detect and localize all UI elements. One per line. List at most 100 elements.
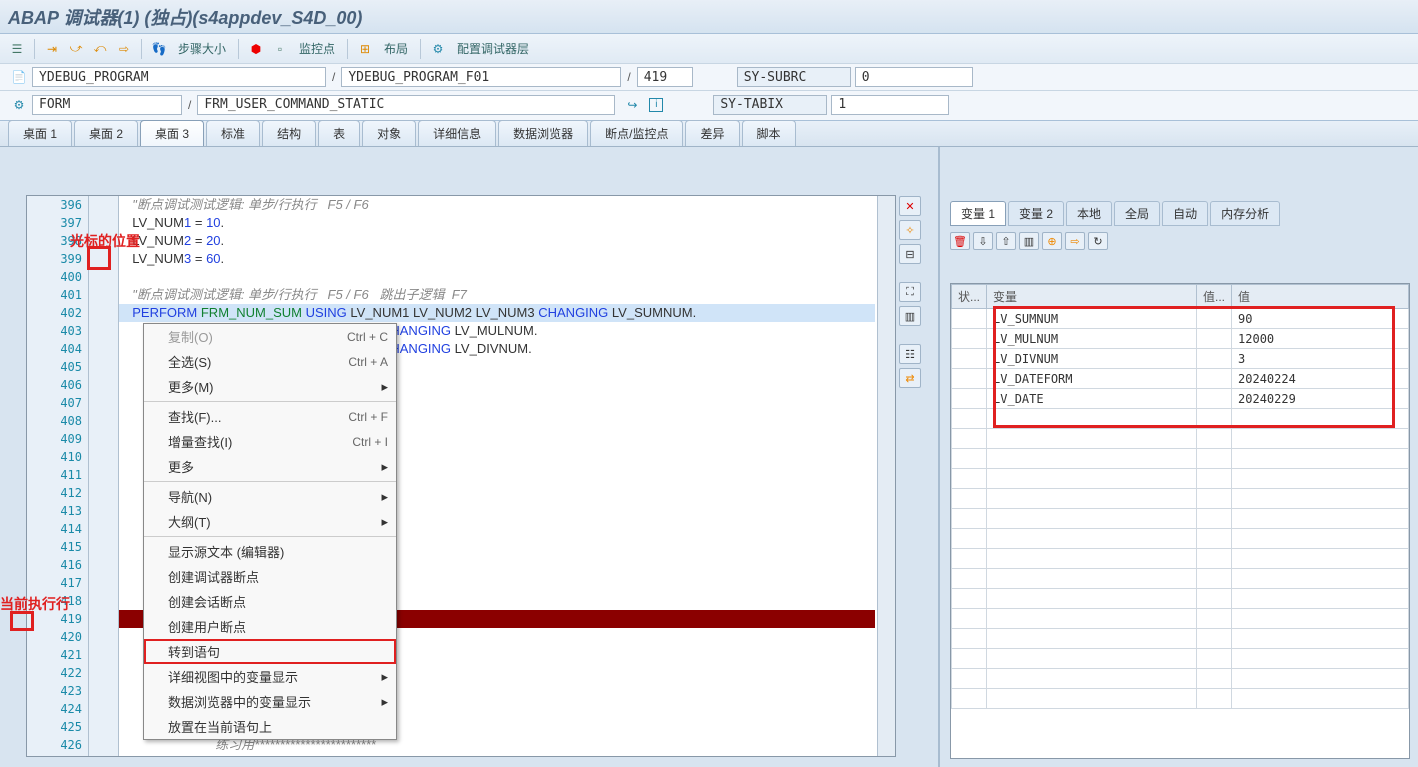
variable-row-empty[interactable] [952, 569, 1409, 589]
tab-4[interactable]: 结构 [262, 120, 316, 146]
variable-row-empty[interactable] [952, 549, 1409, 569]
stop-icon[interactable]: ⬢ [245, 38, 267, 60]
ctx-item[interactable]: 显示源文本 (编辑器) [144, 539, 396, 564]
vartab-4[interactable]: 自动 [1162, 201, 1208, 226]
gear-icon[interactable]: ⚙ [10, 96, 28, 114]
col-status[interactable]: 状... [952, 285, 987, 309]
step-size-icon[interactable]: 👣 [148, 38, 170, 60]
event-type-field[interactable] [32, 95, 182, 115]
code-line[interactable]: LV_NUM1 = 10. [119, 214, 875, 232]
new-window-icon[interactable]: ✧ [899, 220, 921, 240]
tab-0[interactable]: 桌面 1 [8, 120, 72, 146]
tab-9[interactable]: 断点/监控点 [590, 120, 683, 146]
close-icon[interactable]: ✕ [899, 196, 921, 216]
sort-asc-icon[interactable]: ⇩ [973, 232, 993, 250]
sort-desc-icon[interactable]: ⇧ [996, 232, 1016, 250]
ctx-item[interactable]: 创建会话断点 [144, 589, 396, 614]
code-line[interactable]: LV_NUM3 = 60. [119, 250, 875, 268]
variable-row-empty[interactable] [952, 429, 1409, 449]
variable-row-empty[interactable] [952, 689, 1409, 709]
line-field[interactable] [637, 67, 693, 87]
vertical-scrollbar[interactable] [877, 196, 895, 756]
tab-5[interactable]: 表 [318, 120, 360, 146]
ctx-item[interactable]: 更多▸ [144, 454, 396, 479]
ctx-item[interactable]: 查找(F)...Ctrl + F [144, 404, 396, 429]
expand-icon[interactable]: ⛶ [899, 282, 921, 302]
tab-3[interactable]: 标准 [206, 120, 260, 146]
variable-row[interactable]: LV_MULNUM12000 [952, 329, 1409, 349]
variable-row-empty[interactable] [952, 589, 1409, 609]
continue-icon[interactable]: ⇨ [113, 38, 135, 60]
goto-icon[interactable]: ↪ [623, 96, 641, 114]
variable-row-empty[interactable] [952, 469, 1409, 489]
ctx-item[interactable]: 数据浏览器中的变量显示▸ [144, 689, 396, 714]
refresh-icon[interactable]: ↻ [1088, 232, 1108, 250]
step-over-icon[interactable]: ⤻ [65, 38, 87, 60]
step-into-icon[interactable]: ⇥ [41, 38, 63, 60]
ctx-item[interactable]: 全选(S)Ctrl + A [144, 349, 396, 374]
tab-6[interactable]: 对象 [362, 120, 416, 146]
ctx-item[interactable]: 详细视图中的变量显示▸ [144, 664, 396, 689]
code-line[interactable] [119, 268, 875, 286]
info-icon[interactable]: i [649, 98, 663, 112]
col-variable[interactable]: 变量 [987, 285, 1197, 309]
titlebar: ABAP 调试器(1) (独占)(s4appdev_S4D_00) [0, 0, 1418, 34]
ctx-item[interactable]: 增量查找(I)Ctrl + I [144, 429, 396, 454]
ctx-item[interactable]: 创建用户断点 [144, 614, 396, 639]
delete-icon[interactable]: 🗑 [950, 232, 970, 250]
config-layer-icon[interactable]: ⚙ [427, 38, 449, 60]
ctx-item[interactable]: 更多(M)▸ [144, 374, 396, 399]
vartab-2[interactable]: 本地 [1066, 201, 1112, 226]
variable-row-empty[interactable] [952, 509, 1409, 529]
watchpoint-icon[interactable]: ▫ [269, 38, 291, 60]
code-line[interactable]: PERFORM FRM_NUM_SUM USING LV_NUM1 LV_NUM… [119, 304, 875, 322]
variable-row-empty[interactable] [952, 449, 1409, 469]
vartab-0[interactable]: 变量 1 [950, 201, 1006, 226]
menu-icon[interactable]: ☰ [6, 38, 28, 60]
tab-2[interactable]: 桌面 3 [140, 120, 204, 146]
ctx-item[interactable]: 大纲(T)▸ [144, 509, 396, 534]
variable-row-empty[interactable] [952, 669, 1409, 689]
tab-8[interactable]: 数据浏览器 [498, 120, 588, 146]
variable-row[interactable]: LV_DIVNUM3 [952, 349, 1409, 369]
stack-icon[interactable]: ☷ [899, 344, 921, 364]
col-valtype[interactable]: 值... [1197, 285, 1232, 309]
ctx-item[interactable]: 创建调试器断点 [144, 564, 396, 589]
variable-row-empty[interactable] [952, 529, 1409, 549]
variable-row[interactable]: LV_DATEFORM20240224 [952, 369, 1409, 389]
swap-icon[interactable]: ⇄ [899, 368, 921, 388]
variable-row-empty[interactable] [952, 649, 1409, 669]
vartab-5[interactable]: 内存分析 [1210, 201, 1280, 226]
columns-icon[interactable]: ▥ [1019, 232, 1039, 250]
variable-table[interactable]: 状... 变量 值... 值 LV_SUMNUM90LV_MULNUM12000… [951, 284, 1409, 709]
vartab-3[interactable]: 全局 [1114, 201, 1160, 226]
tab-7[interactable]: 详细信息 [418, 120, 496, 146]
code-line[interactable]: "断点调试测试逻辑: 单步/行执行 F5 / F6 跳出子逻辑 F7 [119, 286, 875, 304]
variable-row[interactable]: LV_DATE20240229 [952, 389, 1409, 409]
code-line[interactable]: LV_NUM2 = 20. [119, 232, 875, 250]
variable-row-empty[interactable] [952, 409, 1409, 429]
tab-10[interactable]: 差异 [685, 120, 739, 146]
vartab-1[interactable]: 变量 2 [1008, 201, 1064, 226]
code-editor[interactable]: 3963973983994004014024034044054064074084… [26, 195, 896, 757]
include-field[interactable] [341, 67, 621, 87]
event-name-field[interactable] [197, 95, 615, 115]
export-icon[interactable]: ⇨ [1065, 232, 1085, 250]
ctx-item[interactable]: 放置在当前语句上 [144, 714, 396, 739]
layout-icon[interactable]: ⊞ [354, 38, 376, 60]
step-out-icon[interactable]: ⤺ [89, 38, 111, 60]
tab-11[interactable]: 脚本 [742, 120, 796, 146]
ctx-item[interactable]: 转到语句 [144, 639, 396, 664]
hierarchy-icon[interactable]: ⊟ [899, 244, 921, 264]
program-field[interactable] [32, 67, 326, 87]
insert-icon[interactable]: ⊕ [1042, 232, 1062, 250]
split-icon[interactable]: ▥ [899, 306, 921, 326]
code-line[interactable]: "断点调试测试逻辑: 单步/行执行 F5 / F6 [119, 196, 875, 214]
variable-row-empty[interactable] [952, 489, 1409, 509]
variable-row-empty[interactable] [952, 629, 1409, 649]
ctx-item[interactable]: 导航(N)▸ [144, 484, 396, 509]
col-value[interactable]: 值 [1232, 285, 1409, 309]
variable-row-empty[interactable] [952, 609, 1409, 629]
variable-row[interactable]: LV_SUMNUM90 [952, 309, 1409, 329]
tab-1[interactable]: 桌面 2 [74, 120, 138, 146]
